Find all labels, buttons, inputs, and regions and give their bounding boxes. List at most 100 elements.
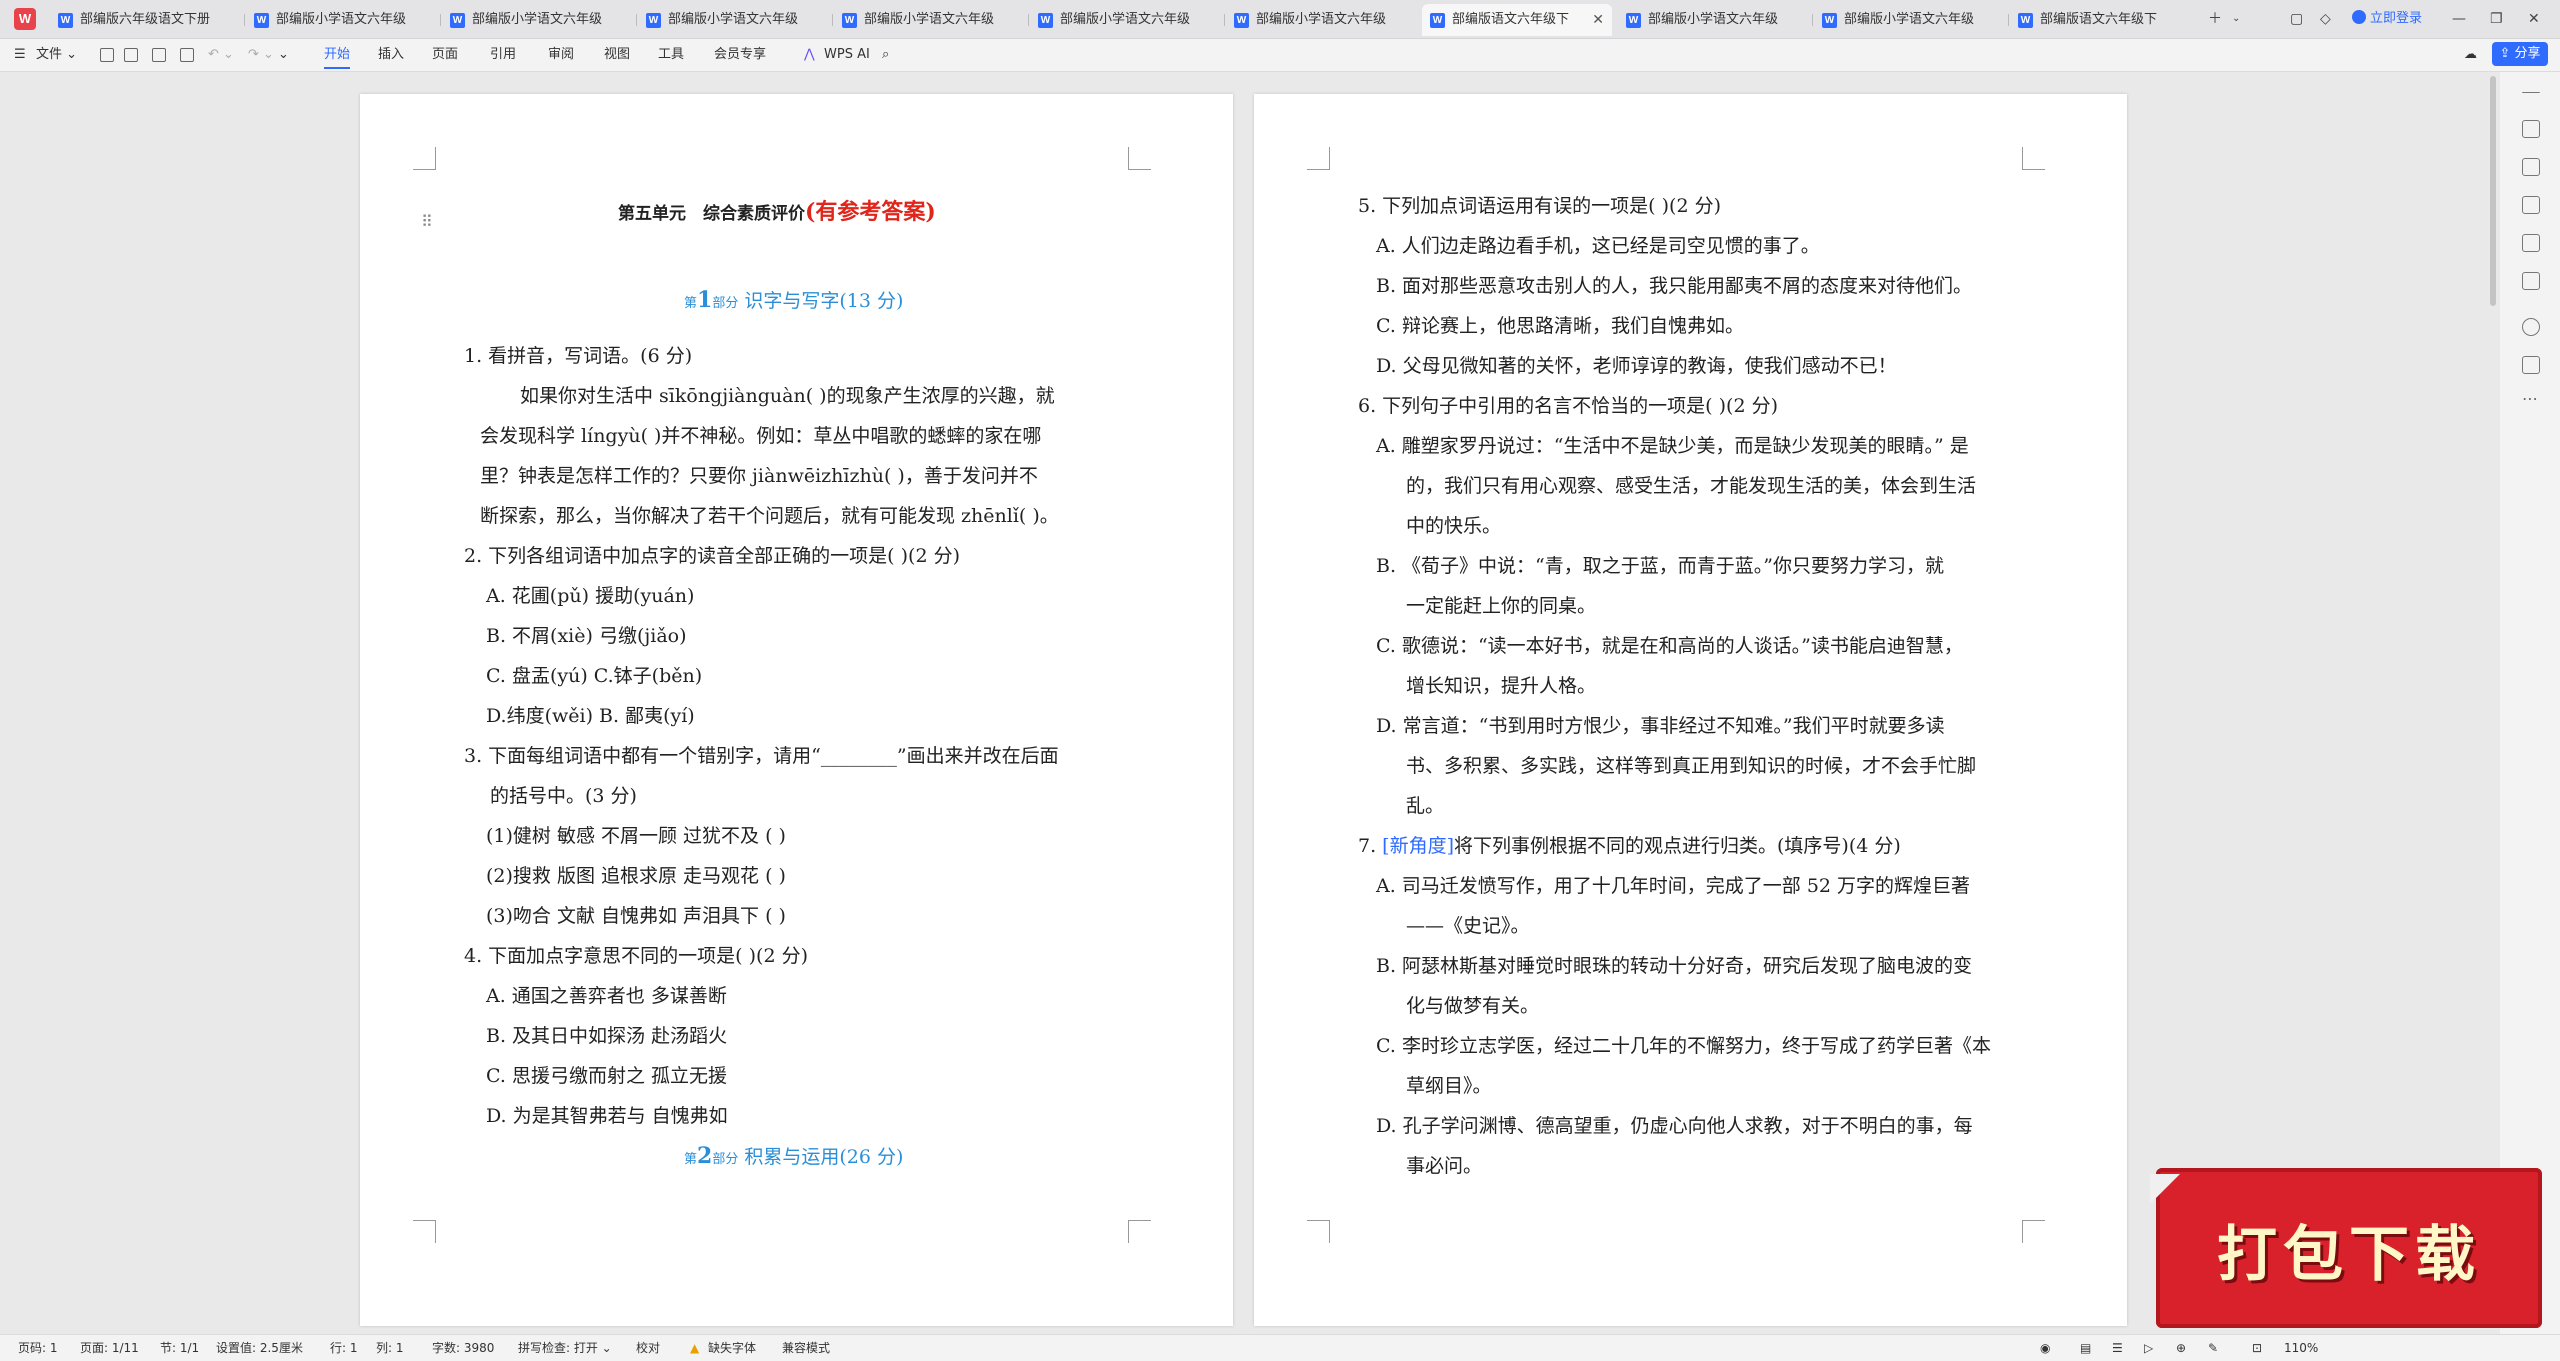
wps-ai-button[interactable]: WPS AI <box>824 39 870 71</box>
option-line: ——《史记》。 <box>1406 915 1530 937</box>
tab-label: 部编版小学语文六年级下册第五 <box>1648 12 1778 27</box>
margin-corner <box>2022 147 2045 170</box>
more-icon[interactable]: ⋯ <box>2522 391 2540 412</box>
undo-icon[interactable]: ↶ ⌄ <box>208 39 234 71</box>
restore-icon[interactable]: ❐ <box>2490 8 2503 30</box>
help-icon[interactable] <box>2522 318 2540 336</box>
tab-label: 部编版小学语文六年级下册第五 <box>668 12 798 27</box>
menu-insert[interactable]: 插入 <box>378 39 404 71</box>
status-proof[interactable]: 校对 <box>636 1335 660 1361</box>
drag-handle-icon[interactable]: ⠿ <box>421 212 433 231</box>
tab-document[interactable]: W 部编版语文六年级下 <box>2010 4 2200 36</box>
tab-document[interactable]: W 部编版小学语文六年级下册第五 <box>442 4 632 36</box>
option-c: C. 盘盂(yú) C.钵子(běn) <box>486 665 703 687</box>
option-d: D. 父母见微知著的关怀，老师谆谆的教诲，使我们感动不已！ <box>1376 355 1897 377</box>
question-4: 4. 下面加点字意思不同的一项是( )(2 分) <box>464 945 808 967</box>
page-title: 第五单元 综合素质评价(有参考答案) <box>618 199 936 225</box>
export-icon[interactable] <box>124 48 138 62</box>
select-icon[interactable] <box>2522 158 2540 176</box>
edit-icon[interactable]: ✎ <box>2208 1335 2218 1361</box>
tab-label: 部编版小学语文六年级下册第五 <box>1060 12 1190 27</box>
save-icon[interactable] <box>100 48 114 62</box>
new-tab-icon[interactable]: ＋ <box>2208 8 2222 30</box>
document-page-2: 5. 下列加点词语运用有误的一项是( )(2 分) A. 人们边走路边看手机，这… <box>1254 94 2127 1326</box>
tab-list-chevron-icon[interactable]: ⌄ <box>2232 8 2240 30</box>
tab-document[interactable]: W 部编版小学语文六年级下册第五 <box>246 4 436 36</box>
status-row[interactable]: 行: 1 <box>330 1335 358 1361</box>
status-page[interactable]: 页码: 1 <box>18 1335 58 1361</box>
status-section[interactable]: 节: 1/1 <box>160 1335 199 1361</box>
tab-separator <box>1224 14 1225 26</box>
wps-ai-icon[interactable]: ⋀ <box>804 39 815 71</box>
menu-member[interactable]: 会员专享 <box>714 39 766 71</box>
menu-page[interactable]: 页面 <box>432 39 458 71</box>
file-menu[interactable]: 文件 ⌄ <box>36 39 77 71</box>
right-sidebar: ⋯ <box>2500 72 2560 1334</box>
status-word-count[interactable]: 字数: 3980 <box>432 1335 494 1361</box>
option-d: D. 孔子学问渊博、德高望重，仍虚心向他人求教，对于不明白的事，每 <box>1376 1115 1973 1137</box>
doc-icon: W <box>58 13 73 28</box>
margin-corner <box>1128 147 1151 170</box>
question-7: 7. [新角度]将下列事例根据不同的观点进行归类。(填序号)(4 分) <box>1358 835 1901 857</box>
tab-label: 部编版小学语文六年级下册第五 <box>472 12 602 27</box>
tab-document[interactable]: W 部编版小学语文六年级下册第五 <box>834 4 1024 36</box>
tab-document[interactable]: W 部编版小学语文六年级下册第五 <box>638 4 828 36</box>
option-d: D.纬度(wěi) B. 鄙夷(yí) <box>486 705 695 727</box>
print-icon[interactable] <box>152 48 166 62</box>
minimize-icon[interactable]: — <box>2452 8 2466 30</box>
tab-document[interactable]: W 部编版小学语文六年级下册第五 <box>1618 4 1808 36</box>
share-button[interactable]: ⇪ 分享 <box>2492 42 2548 66</box>
tools-icon[interactable] <box>2522 272 2540 290</box>
tab-document[interactable]: W 部编版小学语文六年级下册第五 <box>1226 4 1416 36</box>
margin-corner <box>413 147 436 170</box>
status-setting[interactable]: 设置值: 2.5厘米 <box>216 1335 303 1361</box>
question-1-line: 断探索，那么，当你解决了若干个问题后，就有可能发现 zhēnlǐ( )。 <box>480 505 1059 527</box>
play-icon[interactable]: ▷ <box>2144 1335 2153 1361</box>
tab-document[interactable]: W 部编版语文六年级下 ✕ <box>1422 4 1612 36</box>
vertical-scrollbar[interactable] <box>2490 76 2496 306</box>
eye-icon[interactable]: ◉ <box>2040 1335 2050 1361</box>
cube-icon[interactable]: ◇ <box>2320 8 2331 30</box>
status-spell-check[interactable]: 拼写检查: 打开 ⌄ <box>518 1335 612 1361</box>
zoom-level[interactable]: 110% <box>2284 1335 2318 1361</box>
login-link[interactable]: 立即登录 <box>2352 8 2422 30</box>
web-view-icon[interactable]: ⊕ <box>2176 1335 2186 1361</box>
menu-tools[interactable]: 工具 <box>658 39 684 71</box>
status-missing-font[interactable]: 缺失字体 <box>708 1335 756 1361</box>
more-chevron-icon[interactable]: ⌄ <box>278 39 289 71</box>
cloud-icon[interactable]: ☁ <box>2464 39 2477 71</box>
margin-corner <box>413 1220 436 1243</box>
image-icon[interactable] <box>2522 234 2540 252</box>
outline-view-icon[interactable]: ☰ <box>2112 1335 2123 1361</box>
download-promo-banner[interactable]: 打包下载 <box>2150 1168 2542 1328</box>
collapse-icon[interactable] <box>2522 92 2540 94</box>
question-1-line: 里？钟表是怎样工作的？只要你 jiànwēizhīzhù( )，善于发问并不 <box>480 465 1038 487</box>
fit-icon[interactable]: ⊡ <box>2252 1335 2262 1361</box>
tab-document[interactable]: W 部编版小学语文六年级下册第五 <box>1030 4 1220 36</box>
redo-icon[interactable]: ↷ ⌄ <box>248 39 274 71</box>
wps-logo-icon[interactable]: W <box>14 8 36 30</box>
menu-home[interactable]: 开始 <box>324 39 351 71</box>
pen-icon[interactable] <box>2522 120 2540 138</box>
page-view-icon[interactable]: ▤ <box>2080 1335 2091 1361</box>
tab-document[interactable]: W 部编版小学语文六年级下册第五 <box>1814 4 2004 36</box>
tab-separator <box>636 14 637 26</box>
shirt-icon[interactable] <box>2522 356 2540 374</box>
close-window-icon[interactable]: ✕ <box>2528 8 2540 30</box>
tab-document[interactable]: W 部编版六年级语文下册第五单元 <box>50 4 240 36</box>
menu-view[interactable]: 视图 <box>604 39 630 71</box>
tab-label: 部编版语文六年级下 <box>1452 12 1570 27</box>
search-icon[interactable]: ⌕ <box>882 39 889 71</box>
question-3-item: (2)搜救 版图 追根求原 走马观花 ( ) <box>486 865 786 887</box>
print-preview-icon[interactable] <box>180 48 194 62</box>
close-tab-icon[interactable]: ✕ <box>1592 4 1604 36</box>
menu-icon[interactable]: ☰ <box>14 39 26 71</box>
menu-reference[interactable]: 引用 <box>490 39 516 71</box>
window-layout-icon[interactable]: ▢ <box>2290 8 2303 30</box>
option-line: 化与做梦有关。 <box>1406 995 1540 1017</box>
avatar <box>2352 10 2366 24</box>
menu-review[interactable]: 审阅 <box>548 39 574 71</box>
status-col[interactable]: 列: 1 <box>376 1335 404 1361</box>
status-pages[interactable]: 页面: 1/11 <box>80 1335 139 1361</box>
settings-icon[interactable] <box>2522 196 2540 214</box>
